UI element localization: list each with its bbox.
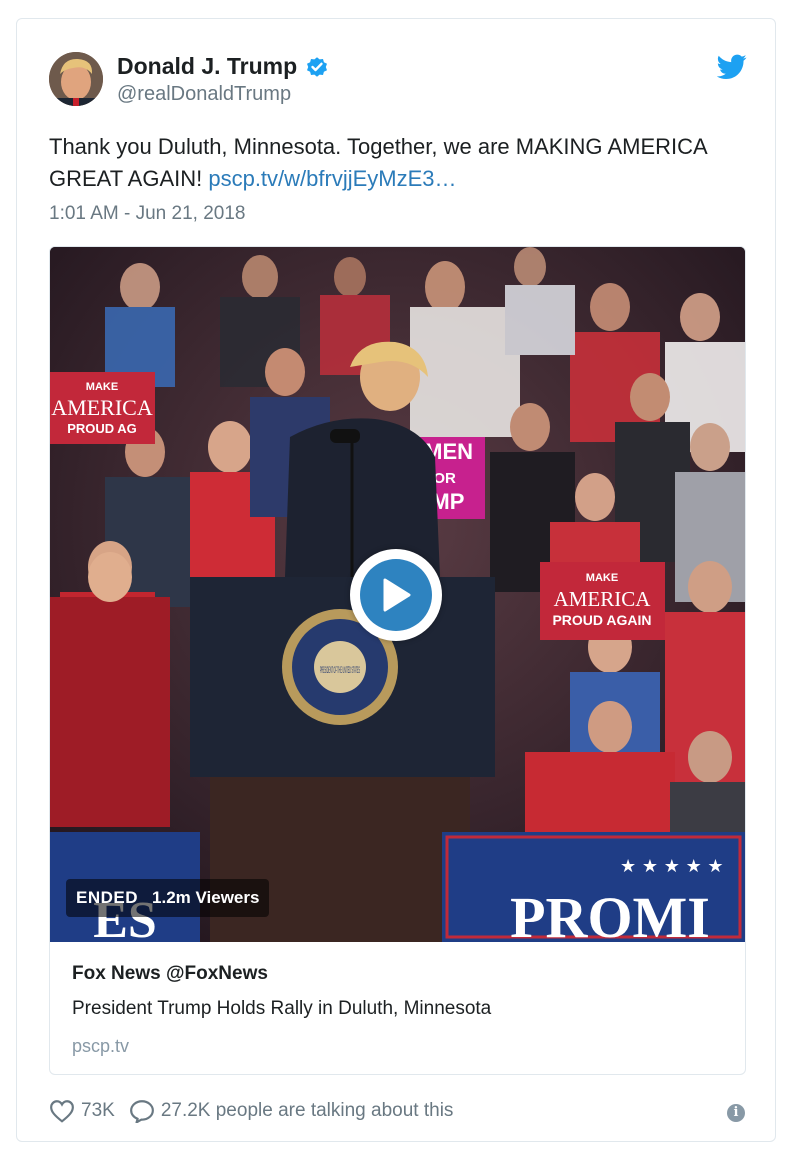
left-sign-line1: MAKE	[86, 381, 118, 393]
tweet-link[interactable]: pscp.tv/w/bfrvjjEyMzE3…	[208, 166, 456, 191]
avatar[interactable]	[49, 52, 103, 106]
comment-bubble-icon[interactable]	[129, 1099, 155, 1123]
info-icon[interactable]: i	[727, 1104, 745, 1122]
tweet-text: Thank you Duluth, Minnesota. Together, w…	[49, 131, 729, 195]
periscope-embed-card[interactable]: MAKE AMERICA PROUD AG OMEN FOR UMP MAKE …	[49, 246, 746, 1075]
svg-text:★ ★ ★ ★ ★: ★ ★ ★ ★ ★	[620, 856, 724, 877]
right-sign-line3: PROUD AGAIN	[552, 612, 651, 628]
author-name-row[interactable]: Donald J. Trump	[117, 53, 329, 80]
play-circle	[360, 559, 432, 631]
tweet-card: Donald J. Trump @realDonaldTrump Thank y…	[16, 18, 776, 1142]
embed-title[interactable]: President Trump Holds Rally in Duluth, M…	[72, 998, 491, 1020]
play-button[interactable]	[350, 549, 442, 641]
left-sign-line2: AMERICA	[51, 395, 153, 420]
like-count[interactable]: 73K	[81, 1100, 115, 1122]
avatar-image	[49, 52, 103, 106]
banner-text: PROMI	[510, 885, 710, 942]
heart-icon[interactable]	[49, 1099, 75, 1123]
seal-text: PRESIDENT OF THE UNITED STATES	[320, 665, 360, 675]
verified-badge-icon	[307, 56, 328, 77]
talking-count[interactable]: 27.2K people are talking about this	[161, 1100, 454, 1122]
right-sign-line2: AMERICA	[554, 587, 652, 611]
broadcast-status-badge: ENDED 1.2m Viewers	[66, 879, 270, 917]
video-thumbnail[interactable]: MAKE AMERICA PROUD AG OMEN FOR UMP MAKE …	[50, 247, 745, 942]
twitter-bird-icon[interactable]	[717, 54, 747, 80]
viewer-count: 1.2m Viewers	[152, 888, 260, 907]
author-handle[interactable]: @realDonaldTrump	[117, 83, 291, 106]
timestamp[interactable]: 1:01 AM - Jun 21, 2018	[49, 203, 245, 225]
author-name[interactable]: Donald J. Trump	[117, 53, 297, 80]
play-icon	[383, 578, 411, 612]
right-sign-line1: MAKE	[586, 572, 618, 584]
ended-label: ENDED	[76, 888, 139, 907]
embed-domain[interactable]: pscp.tv	[72, 1036, 129, 1057]
tweet-footer: 73K 27.2K people are talking about this	[49, 1099, 453, 1123]
embed-source[interactable]: Fox News @FoxNews	[72, 963, 268, 985]
left-sign-line3: PROUD AG	[67, 421, 137, 436]
